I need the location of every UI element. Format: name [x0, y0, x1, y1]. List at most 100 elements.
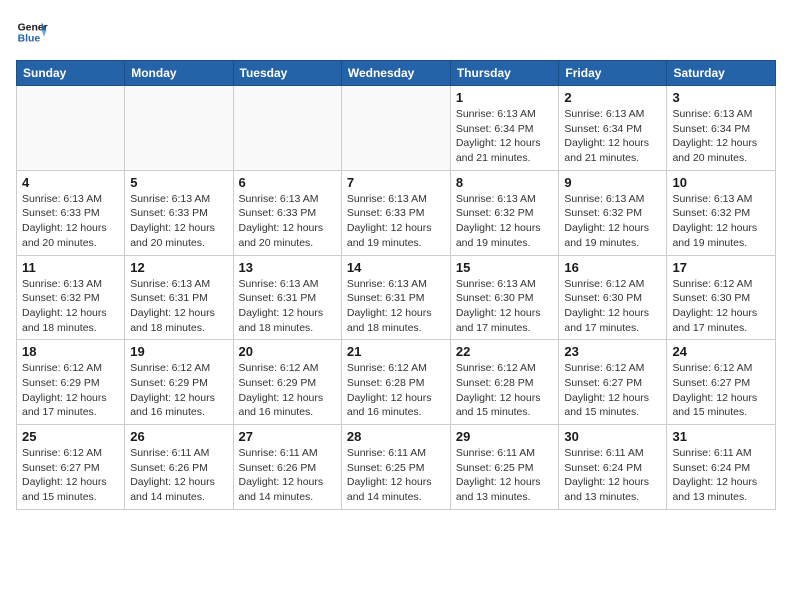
svg-text:Blue: Blue: [18, 34, 41, 45]
calendar-day-cell: 28 Sunrise: 6:11 AM Sunset: 6:25 PM Dayli…: [341, 425, 450, 510]
day-number: 6: [239, 175, 336, 190]
calendar-day-cell: [17, 86, 125, 171]
day-number: 7: [347, 175, 445, 190]
calendar-week-row: 4 Sunrise: 6:13 AM Sunset: 6:33 PM Daylig…: [17, 170, 776, 255]
day-info: Sunrise: 6:12 AM Sunset: 6:29 PM Dayligh…: [130, 361, 227, 420]
day-info: Sunrise: 6:13 AM Sunset: 6:33 PM Dayligh…: [347, 192, 445, 251]
day-info: Sunrise: 6:12 AM Sunset: 6:28 PM Dayligh…: [347, 361, 445, 420]
calendar-day-cell: 24 Sunrise: 6:12 AM Sunset: 6:27 PM Dayli…: [667, 340, 776, 425]
calendar-day-cell: 6 Sunrise: 6:13 AM Sunset: 6:33 PM Daylig…: [233, 170, 341, 255]
calendar-day-cell: 3 Sunrise: 6:13 AM Sunset: 6:34 PM Daylig…: [667, 86, 776, 171]
day-number: 23: [564, 344, 661, 359]
day-number: 30: [564, 429, 661, 444]
day-info: Sunrise: 6:11 AM Sunset: 6:25 PM Dayligh…: [347, 446, 445, 505]
calendar-day-cell: 30 Sunrise: 6:11 AM Sunset: 6:24 PM Dayli…: [559, 425, 667, 510]
day-number: 15: [456, 260, 554, 275]
calendar-day-cell: 29 Sunrise: 6:11 AM Sunset: 6:25 PM Dayli…: [450, 425, 559, 510]
calendar-day-cell: [125, 86, 233, 171]
calendar-table: SundayMondayTuesdayWednesdayThursdayFrid…: [16, 60, 776, 510]
day-number: 25: [22, 429, 119, 444]
calendar-week-row: 25 Sunrise: 6:12 AM Sunset: 6:27 PM Dayli…: [17, 425, 776, 510]
day-info: Sunrise: 6:11 AM Sunset: 6:25 PM Dayligh…: [456, 446, 554, 505]
logo: General Blue: [16, 16, 48, 48]
day-info: Sunrise: 6:12 AM Sunset: 6:27 PM Dayligh…: [22, 446, 119, 505]
day-info: Sunrise: 6:11 AM Sunset: 6:26 PM Dayligh…: [130, 446, 227, 505]
day-number: 28: [347, 429, 445, 444]
calendar-day-cell: 12 Sunrise: 6:13 AM Sunset: 6:31 PM Dayli…: [125, 255, 233, 340]
day-header-tuesday: Tuesday: [233, 61, 341, 86]
day-number: 11: [22, 260, 119, 275]
calendar-day-cell: 15 Sunrise: 6:13 AM Sunset: 6:30 PM Dayli…: [450, 255, 559, 340]
calendar-day-cell: 16 Sunrise: 6:12 AM Sunset: 6:30 PM Dayli…: [559, 255, 667, 340]
calendar-day-cell: 17 Sunrise: 6:12 AM Sunset: 6:30 PM Dayli…: [667, 255, 776, 340]
day-number: 21: [347, 344, 445, 359]
calendar-day-cell: 13Sunrise: 6:13 AM Sunset: 6:31 PM Dayli…: [233, 255, 341, 340]
day-info: Sunrise: 6:13 AM Sunset: 6:33 PM Dayligh…: [130, 192, 227, 251]
day-info: Sunrise: 6:13 AM Sunset: 6:30 PM Dayligh…: [456, 277, 554, 336]
day-number: 9: [564, 175, 661, 190]
day-info: Sunrise: 6:13 AM Sunset: 6:33 PM Dayligh…: [239, 192, 336, 251]
calendar-day-cell: 14Sunrise: 6:13 AM Sunset: 6:31 PM Dayli…: [341, 255, 450, 340]
day-info: Sunrise: 6:12 AM Sunset: 6:30 PM Dayligh…: [672, 277, 770, 336]
day-info: Sunrise: 6:13 AM Sunset: 6:34 PM Dayligh…: [672, 107, 770, 166]
day-info: Sunrise: 6:13 AM Sunset: 6:31 PM Dayligh…: [130, 277, 227, 336]
day-number: 8: [456, 175, 554, 190]
calendar-header-row: SundayMondayTuesdayWednesdayThursdayFrid…: [17, 61, 776, 86]
day-number: 20: [239, 344, 336, 359]
day-info: Sunrise: 6:12 AM Sunset: 6:29 PM Dayligh…: [239, 361, 336, 420]
calendar-day-cell: 31Sunrise: 6:11 AM Sunset: 6:24 PM Dayli…: [667, 425, 776, 510]
calendar-day-cell: 10Sunrise: 6:13 AM Sunset: 6:32 PM Dayli…: [667, 170, 776, 255]
calendar-week-row: 11 Sunrise: 6:13 AM Sunset: 6:32 PM Dayli…: [17, 255, 776, 340]
day-number: 22: [456, 344, 554, 359]
logo-icon: General Blue: [16, 16, 48, 48]
day-info: Sunrise: 6:13 AM Sunset: 6:32 PM Dayligh…: [456, 192, 554, 251]
calendar-week-row: 18 Sunrise: 6:12 AM Sunset: 6:29 PM Dayli…: [17, 340, 776, 425]
day-info: Sunrise: 6:12 AM Sunset: 6:28 PM Dayligh…: [456, 361, 554, 420]
page-header: General Blue: [16, 16, 776, 48]
day-number: 10: [672, 175, 770, 190]
calendar-day-cell: 5 Sunrise: 6:13 AM Sunset: 6:33 PM Daylig…: [125, 170, 233, 255]
day-number: 31: [672, 429, 770, 444]
day-header-saturday: Saturday: [667, 61, 776, 86]
day-number: 12: [130, 260, 227, 275]
day-info: Sunrise: 6:13 AM Sunset: 6:33 PM Dayligh…: [22, 192, 119, 251]
calendar-day-cell: 2 Sunrise: 6:13 AM Sunset: 6:34 PM Daylig…: [559, 86, 667, 171]
day-info: Sunrise: 6:13 AM Sunset: 6:32 PM Dayligh…: [564, 192, 661, 251]
calendar-day-cell: 7 Sunrise: 6:13 AM Sunset: 6:33 PM Daylig…: [341, 170, 450, 255]
day-number: 2: [564, 90, 661, 105]
day-info: Sunrise: 6:13 AM Sunset: 6:34 PM Dayligh…: [564, 107, 661, 166]
day-info: Sunrise: 6:11 AM Sunset: 6:26 PM Dayligh…: [239, 446, 336, 505]
calendar-day-cell: 27Sunrise: 6:11 AM Sunset: 6:26 PM Dayli…: [233, 425, 341, 510]
day-number: 4: [22, 175, 119, 190]
day-info: Sunrise: 6:12 AM Sunset: 6:30 PM Dayligh…: [564, 277, 661, 336]
calendar-week-row: 1 Sunrise: 6:13 AM Sunset: 6:34 PM Daylig…: [17, 86, 776, 171]
day-number: 24: [672, 344, 770, 359]
day-number: 18: [22, 344, 119, 359]
calendar-day-cell: 25 Sunrise: 6:12 AM Sunset: 6:27 PM Dayli…: [17, 425, 125, 510]
day-header-thursday: Thursday: [450, 61, 559, 86]
calendar-day-cell: 4 Sunrise: 6:13 AM Sunset: 6:33 PM Daylig…: [17, 170, 125, 255]
calendar-day-cell: 23 Sunrise: 6:12 AM Sunset: 6:27 PM Dayli…: [559, 340, 667, 425]
day-number: 16: [564, 260, 661, 275]
day-number: 3: [672, 90, 770, 105]
day-header-monday: Monday: [125, 61, 233, 86]
day-info: Sunrise: 6:13 AM Sunset: 6:34 PM Dayligh…: [456, 107, 554, 166]
calendar-day-cell: 21 Sunrise: 6:12 AM Sunset: 6:28 PM Dayli…: [341, 340, 450, 425]
day-number: 29: [456, 429, 554, 444]
day-number: 1: [456, 90, 554, 105]
calendar-day-cell: 1 Sunrise: 6:13 AM Sunset: 6:34 PM Daylig…: [450, 86, 559, 171]
day-info: Sunrise: 6:11 AM Sunset: 6:24 PM Dayligh…: [564, 446, 661, 505]
calendar-day-cell: 26Sunrise: 6:11 AM Sunset: 6:26 PM Dayli…: [125, 425, 233, 510]
calendar-day-cell: 9 Sunrise: 6:13 AM Sunset: 6:32 PM Daylig…: [559, 170, 667, 255]
day-info: Sunrise: 6:12 AM Sunset: 6:27 PM Dayligh…: [672, 361, 770, 420]
day-number: 5: [130, 175, 227, 190]
day-info: Sunrise: 6:12 AM Sunset: 6:27 PM Dayligh…: [564, 361, 661, 420]
day-number: 14: [347, 260, 445, 275]
calendar-day-cell: [233, 86, 341, 171]
day-header-wednesday: Wednesday: [341, 61, 450, 86]
day-number: 17: [672, 260, 770, 275]
calendar-day-cell: [341, 86, 450, 171]
calendar-day-cell: 8 Sunrise: 6:13 AM Sunset: 6:32 PM Daylig…: [450, 170, 559, 255]
day-info: Sunrise: 6:13 AM Sunset: 6:32 PM Dayligh…: [22, 277, 119, 336]
day-header-sunday: Sunday: [17, 61, 125, 86]
